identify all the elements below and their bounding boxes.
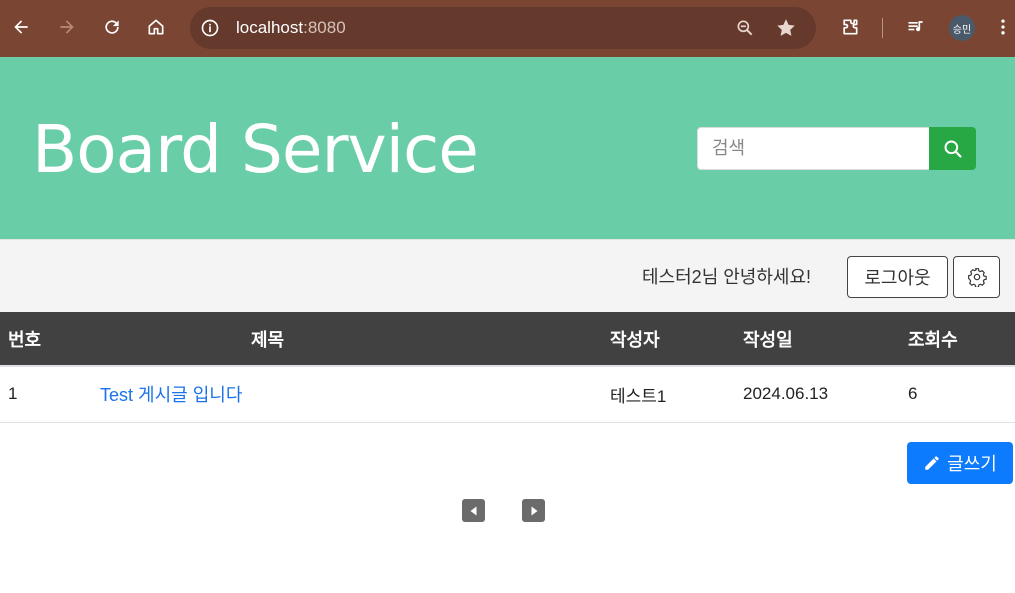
header-date: 작성일 (743, 312, 908, 367)
site-title[interactable]: Board Service (32, 115, 479, 185)
browser-toolbar: localhost:8080 승민 (0, 0, 1015, 57)
table-header-row: 번호 제목 작성자 작성일 조회수 (0, 312, 1015, 367)
logout-button[interactable]: 로그아웃 (847, 256, 948, 298)
profile-avatar[interactable]: 승민 (949, 15, 975, 41)
more-icon[interactable] (991, 12, 1015, 42)
greeting-text: 테스터2님 안녕하세요! (642, 267, 812, 287)
search-input[interactable] (697, 127, 930, 170)
caret-right-icon (531, 506, 537, 515)
cell-number: 1 (8, 384, 18, 404)
header-number: 번호 (0, 312, 100, 367)
header-author: 작성자 (610, 312, 743, 367)
forward-icon[interactable] (52, 12, 82, 42)
address-bar[interactable]: localhost:8080 (190, 7, 816, 49)
user-bar: 테스터2님 안녕하세요! 로그아웃 (0, 239, 1015, 312)
gear-icon (967, 268, 987, 287)
cell-author: 테스트1 (610, 386, 667, 406)
next-page-button[interactable] (522, 499, 545, 522)
site-header: Board Service (0, 57, 1015, 239)
zoom-icon[interactable] (735, 18, 755, 38)
settings-button[interactable] (953, 256, 1000, 298)
caret-left-icon (470, 506, 476, 515)
url-port: :8080 (303, 18, 346, 37)
toolbar-divider (882, 18, 883, 38)
search-button[interactable] (929, 127, 976, 170)
header-views: 조회수 (908, 312, 1015, 367)
table-row: 1 Test 게시글 입니다 테스트1 2024.06.13 6 (0, 366, 1015, 422)
bookmark-star-icon[interactable] (775, 17, 797, 39)
media-icon[interactable] (901, 12, 931, 42)
reload-icon[interactable] (97, 12, 127, 42)
write-button-label: 글쓰기 (947, 454, 997, 474)
pencil-icon (925, 456, 939, 470)
board-table: 번호 제목 작성자 작성일 조회수 1 Test 게시글 입니다 테스트1 20… (0, 312, 1015, 423)
cell-views: 6 (908, 384, 918, 404)
home-icon[interactable] (141, 12, 171, 42)
header-title: 제목 (100, 312, 610, 367)
url-text[interactable]: localhost:8080 (236, 18, 346, 38)
cell-date: 2024.06.13 (743, 384, 829, 404)
prev-page-button[interactable] (462, 499, 485, 522)
search-icon (944, 140, 962, 158)
post-title-link[interactable]: Test 게시글 입니다 (100, 385, 242, 405)
extensions-icon[interactable] (835, 12, 865, 42)
write-post-button[interactable]: 글쓰기 (907, 442, 1013, 484)
back-icon[interactable] (6, 12, 36, 42)
site-info-icon[interactable] (200, 18, 220, 38)
cell-title: Test 게시글 입니다 (100, 366, 610, 422)
url-host: localhost (236, 18, 304, 37)
